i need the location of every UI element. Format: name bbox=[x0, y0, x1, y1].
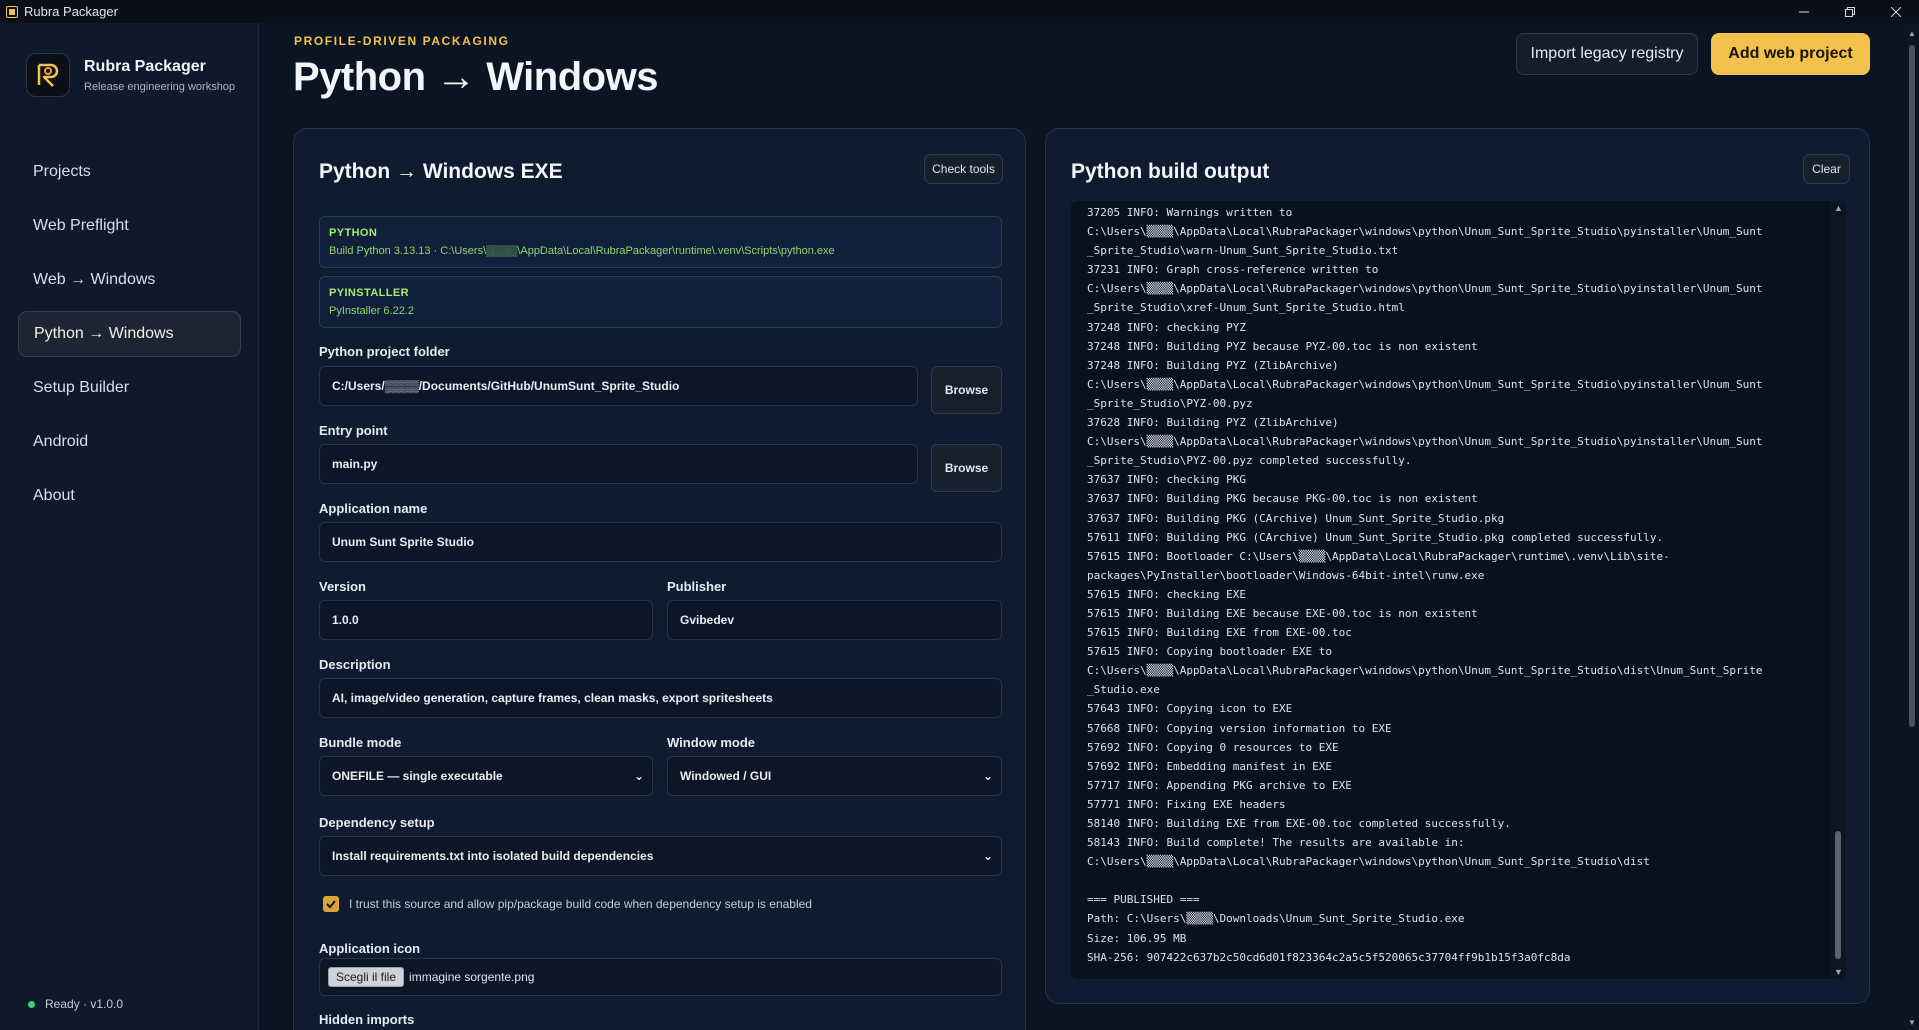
dependency-setup-label: Dependency setup bbox=[319, 815, 435, 830]
hidden-imports-label: Hidden imports bbox=[319, 1012, 415, 1027]
trust-source-checkbox[interactable] bbox=[323, 896, 339, 912]
scroll-down-icon[interactable]: ▼ bbox=[1908, 1018, 1916, 1027]
brand: Rubra Packager Release engineering works… bbox=[26, 53, 235, 97]
browse-folder-button[interactable]: Browse bbox=[931, 366, 1002, 414]
status-text: Ready · v1.0.0 bbox=[45, 997, 124, 1011]
sidebar-item-python-windows[interactable]: Python → Windows bbox=[18, 311, 241, 357]
trust-source-label: I trust this source and allow pip/packag… bbox=[349, 897, 812, 911]
scroll-up-icon[interactable]: ▲ bbox=[1834, 203, 1843, 213]
panel-title: Python → Windows EXE bbox=[319, 160, 563, 183]
project-folder-input[interactable]: C:/Users/▒▒▒▒/Documents/GitHub/UnumSunt_… bbox=[319, 366, 918, 406]
app-name-label: Application name bbox=[319, 501, 428, 516]
import-legacy-registry-button[interactable]: Import legacy registry bbox=[1516, 33, 1698, 75]
sidebar-item-web-windows[interactable]: Web → Windows bbox=[18, 257, 241, 303]
scroll-down-icon[interactable]: ▼ bbox=[1834, 967, 1843, 977]
sidebar-item-setup-builder[interactable]: Setup Builder bbox=[18, 365, 241, 411]
pyinstaller-label: PYINSTALLER bbox=[329, 287, 409, 299]
page-scroll-thumb[interactable] bbox=[1909, 45, 1915, 727]
chevron-down-icon: ⌄ bbox=[633, 769, 644, 783]
status-indicator: Ready · v1.0.0 bbox=[28, 997, 123, 1011]
description-label: Description bbox=[319, 657, 391, 672]
dependency-setup-value: Install requirements.txt into isolated b… bbox=[332, 849, 654, 863]
build-log-text: 37205 INFO: Warnings written to C:\Users… bbox=[1087, 206, 1763, 964]
build-config-panel: Python → Windows EXE Check tools PYTHON … bbox=[293, 128, 1026, 1030]
trust-source-row[interactable]: I trust this source and allow pip/packag… bbox=[323, 896, 812, 912]
app-icon-file-input[interactable]: Scegli il file immagine sorgente.png bbox=[319, 958, 1002, 996]
bundle-mode-label: Bundle mode bbox=[319, 735, 402, 750]
checkmark-icon bbox=[326, 900, 336, 909]
sidebar-item-web-preflight[interactable]: Web Preflight bbox=[18, 203, 241, 249]
close-icon[interactable] bbox=[1873, 0, 1919, 23]
window-mode-label: Window mode bbox=[667, 735, 755, 750]
sidebar: Rubra Packager Release engineering works… bbox=[0, 23, 259, 1030]
sidebar-nav: Projects Web Preflight Web → Windows Pyt… bbox=[18, 149, 241, 527]
pyinstaller-info-box: PYINSTALLER PyInstaller 6.22.2 bbox=[319, 276, 1002, 328]
check-tools-button[interactable]: Check tools bbox=[924, 154, 1003, 184]
bundle-mode-value: ONEFILE — single executable bbox=[332, 769, 503, 783]
pyinstaller-value: PyInstaller 6.22.2 bbox=[329, 305, 414, 317]
scroll-up-icon[interactable]: ▲ bbox=[1908, 29, 1916, 38]
restore-icon[interactable] bbox=[1827, 0, 1873, 23]
chevron-down-icon: ⌄ bbox=[982, 849, 993, 863]
app-icon-label: Application icon bbox=[319, 941, 421, 956]
page-scrollbar[interactable]: ▲ ▼ bbox=[1905, 23, 1919, 1030]
add-web-project-button[interactable]: Add web project bbox=[1711, 33, 1870, 75]
entry-point-label: Entry point bbox=[319, 423, 388, 438]
page-eyebrow: PROFILE-DRIVEN PACKAGING bbox=[294, 34, 510, 48]
python-info-box: PYTHON Build Python 3.13.13 · C:\Users\▒… bbox=[319, 216, 1002, 268]
brand-name: Rubra Packager bbox=[84, 57, 206, 75]
window-controls bbox=[1781, 0, 1919, 23]
version-label: Version bbox=[319, 579, 366, 594]
icon-file-name: immagine sorgente.png bbox=[409, 970, 535, 984]
description-input[interactable]: AI, image/video generation, capture fram… bbox=[319, 678, 1002, 718]
window-title: Rubra Packager bbox=[24, 4, 118, 19]
choose-file-button[interactable]: Scegli il file bbox=[328, 967, 405, 987]
minimize-icon[interactable] bbox=[1781, 0, 1827, 23]
python-value: Build Python 3.13.13 · C:\Users\▒▒▒▒\App… bbox=[329, 245, 835, 257]
build-log[interactable]: 37205 INFO: Warnings written to C:\Users… bbox=[1071, 201, 1846, 979]
sidebar-item-projects[interactable]: Projects bbox=[18, 149, 241, 195]
app-name-input[interactable]: Unum Sunt Sprite Studio bbox=[319, 522, 1002, 562]
sidebar-item-about[interactable]: About bbox=[18, 473, 241, 519]
sidebar-item-android[interactable]: Android bbox=[18, 419, 241, 465]
rubra-logo-icon bbox=[26, 53, 70, 97]
window-mode-select[interactable]: Windowed / GUI ⌄ bbox=[667, 756, 1002, 796]
dependency-setup-select[interactable]: Install requirements.txt into isolated b… bbox=[319, 836, 1002, 876]
log-scrollbar[interactable]: ▲ ▼ bbox=[1830, 201, 1846, 979]
page-title: Python → Windows bbox=[293, 55, 658, 99]
browse-entry-button[interactable]: Browse bbox=[931, 444, 1002, 492]
build-output-panel: Python build output Clear 37205 INFO: Wa… bbox=[1045, 128, 1870, 1004]
status-dot-icon bbox=[28, 1000, 35, 1008]
bundle-mode-select[interactable]: ONEFILE — single executable ⌄ bbox=[319, 756, 653, 796]
window-mode-value: Windowed / GUI bbox=[680, 769, 772, 783]
version-input[interactable]: 1.0.0 bbox=[319, 600, 653, 640]
brand-subtitle: Release engineering workshop bbox=[84, 80, 236, 93]
output-title: Python build output bbox=[1071, 160, 1270, 183]
entry-point-input[interactable]: main.py bbox=[319, 444, 918, 484]
chevron-down-icon: ⌄ bbox=[982, 769, 993, 783]
python-label: PYTHON bbox=[329, 227, 378, 239]
log-scroll-thumb[interactable] bbox=[1835, 831, 1841, 959]
clear-output-button[interactable]: Clear bbox=[1803, 154, 1850, 184]
publisher-input[interactable]: Gvibedev bbox=[667, 600, 1002, 640]
project-folder-label: Python project folder bbox=[319, 344, 450, 359]
window-titlebar: Rubra Packager bbox=[0, 0, 1919, 23]
publisher-label: Publisher bbox=[667, 579, 727, 594]
app-logo-icon bbox=[6, 5, 18, 18]
